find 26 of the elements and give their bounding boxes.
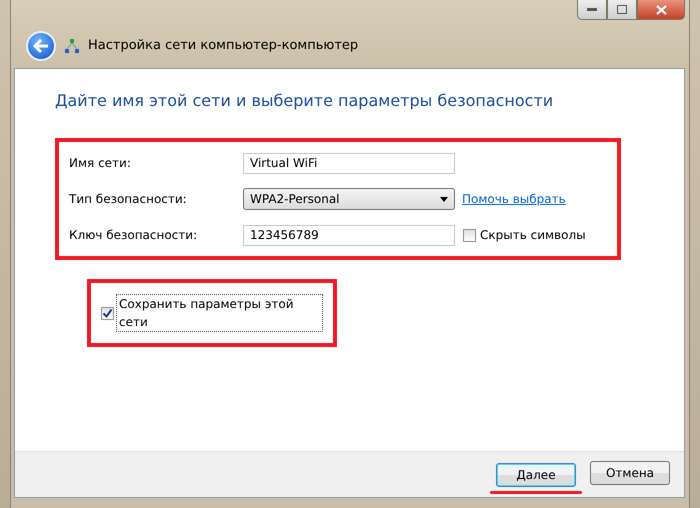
dialog-button[interactable]: Отмена [590,461,670,485]
dialog-button[interactable]: Далее [496,463,576,487]
security-type-dropdown[interactable]: WPA2-Personal [243,188,455,210]
field-label: Ключ безопасности: [69,227,198,244]
page-heading: Дайте имя этой сети и выберите параметры безопасности [55,90,554,112]
maximize-icon [617,5,627,14]
close-button[interactable] [637,0,685,20]
minimize-icon [587,8,597,12]
help-link[interactable]: Помочь выбрать [462,190,566,208]
input-field[interactable]: Virtual WiFi [243,152,455,174]
maximize-button[interactable] [607,0,637,20]
close-icon [656,4,666,14]
minimize-button[interactable] [577,0,607,20]
save-settings-checkbox[interactable] [101,306,114,320]
input-field[interactable]: 123456789 [243,224,455,246]
field-label: Тип безопасности: [69,191,188,208]
dropdown-caret-icon [440,196,448,202]
save-settings-label[interactable]: Сохранить параметры этой сети [116,294,323,332]
network-icon [64,38,80,54]
field-label: Имя сети: [69,155,132,172]
window-title: Настройка сети компьютер-компьютер [88,37,358,56]
checkbox-label[interactable]: Скрыть символы [480,226,586,244]
back-arrow-icon [33,39,49,53]
back-button[interactable] [26,31,56,61]
check-icon [102,308,113,318]
hide-characters-checkbox[interactable] [463,228,476,242]
